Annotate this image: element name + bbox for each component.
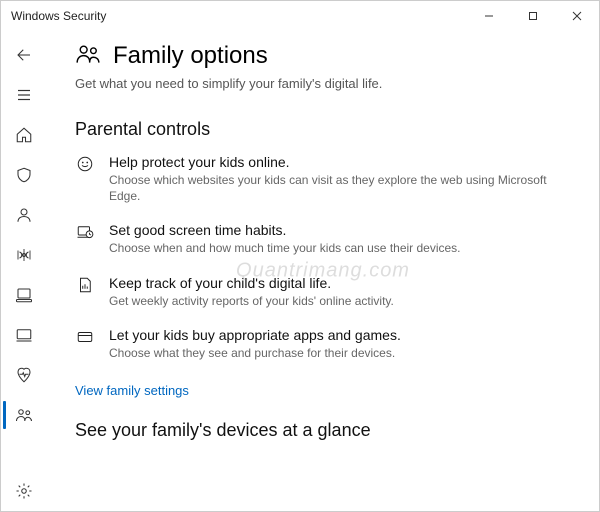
- item-title: Keep track of your child's digital life.: [109, 275, 571, 291]
- sidebar: [1, 31, 47, 511]
- sidebar-item-device-performance[interactable]: [1, 355, 47, 395]
- titlebar: Windows Security: [1, 1, 599, 31]
- sidebar-item-account[interactable]: [1, 195, 47, 235]
- item-desc: Choose which websites your kids can visi…: [109, 172, 571, 204]
- page-header: Family options: [75, 41, 571, 70]
- family-icon: [75, 41, 101, 70]
- back-button[interactable]: [1, 35, 47, 75]
- screen-time-icon: [75, 223, 95, 243]
- section-parental-controls: Parental controls: [75, 119, 571, 140]
- main-content: Family options Get what you need to simp…: [47, 31, 599, 511]
- item-title: Let your kids buy appropriate apps and g…: [109, 327, 571, 343]
- item-screen-time: Set good screen time habits. Choose when…: [75, 222, 571, 256]
- sidebar-item-app-browser[interactable]: [1, 275, 47, 315]
- window-title: Windows Security: [11, 9, 106, 23]
- close-button[interactable]: [555, 1, 599, 31]
- item-desc: Get weekly activity reports of your kids…: [109, 293, 571, 309]
- sidebar-item-family[interactable]: [1, 395, 47, 435]
- item-protect-online: Help protect your kids online. Choose wh…: [75, 154, 571, 204]
- sidebar-item-device-security[interactable]: [1, 315, 47, 355]
- sidebar-item-home[interactable]: [1, 115, 47, 155]
- sidebar-item-settings[interactable]: [1, 471, 47, 511]
- card-icon: [75, 328, 95, 348]
- sidebar-item-firewall[interactable]: [1, 235, 47, 275]
- sidebar-item-virus[interactable]: [1, 155, 47, 195]
- report-icon: [75, 276, 95, 296]
- window: Windows Security: [0, 0, 600, 512]
- page-subtitle: Get what you need to simplify your famil…: [75, 76, 571, 91]
- window-body: Family options Get what you need to simp…: [1, 31, 599, 511]
- item-title: Help protect your kids online.: [109, 154, 571, 170]
- item-purchases: Let your kids buy appropriate apps and g…: [75, 327, 571, 361]
- view-family-settings-link[interactable]: View family settings: [75, 383, 189, 398]
- item-desc: Choose when and how much time your kids …: [109, 240, 571, 256]
- menu-button[interactable]: [1, 75, 47, 115]
- page-title: Family options: [113, 42, 268, 70]
- smiley-icon: [75, 155, 95, 175]
- item-desc: Choose what they see and purchase for th…: [109, 345, 571, 361]
- maximize-button[interactable]: [511, 1, 555, 31]
- item-title: Set good screen time habits.: [109, 222, 571, 238]
- item-track-activity: Keep track of your child's digital life.…: [75, 275, 571, 309]
- minimize-button[interactable]: [467, 1, 511, 31]
- section-devices-glance: See your family's devices at a glance: [75, 420, 571, 441]
